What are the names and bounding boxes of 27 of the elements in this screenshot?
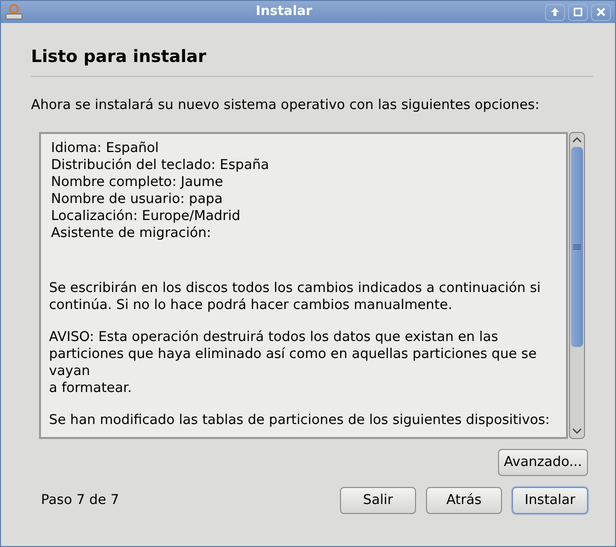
close-button[interactable] bbox=[591, 4, 611, 20]
up-arrow-icon bbox=[550, 7, 560, 17]
window-title: Instalar bbox=[256, 3, 312, 22]
setting-line: Idioma: Español bbox=[51, 140, 159, 156]
setting-line: Distribución del teclado: España bbox=[51, 156, 270, 174]
setting-line: Localización: Europe/Madrid bbox=[51, 208, 240, 224]
restore-button[interactable] bbox=[568, 4, 588, 20]
step-indicator: Paso 7 de 7 bbox=[41, 490, 120, 510]
grip-icon bbox=[573, 244, 581, 250]
page-heading: Listo para instalar bbox=[31, 47, 208, 68]
setting-line: Nombre completo: Jaume bbox=[51, 174, 224, 190]
square-icon bbox=[573, 7, 583, 17]
dialog-button[interactable]: Atrás bbox=[426, 486, 502, 514]
dialog-button[interactable]: Instalar bbox=[512, 486, 588, 514]
summary-paragraph: AVISO: Esta operación destruirá todos los datos que existan en las particiones que haya eliminado así como en aquellas particiones que se vayan a formatear. bbox=[49, 328, 537, 396]
summary-paragraph: Se escribirán en los discos todos los cambios indicados a continuación si continúa. Si no lo hace podrá hacer cambios manualmente. bbox=[49, 280, 541, 314]
maximize-button[interactable] bbox=[545, 4, 565, 20]
scrollbar-thumb[interactable] bbox=[571, 146, 583, 346]
advanced-button[interactable]: Avanzado... bbox=[498, 448, 588, 476]
installer-icon bbox=[5, 3, 23, 21]
intro-text: Ahora se instalará su nuevo sistema operativo con las siguientes opciones: bbox=[31, 96, 540, 116]
setting-line: Asistente de migración: bbox=[51, 224, 212, 242]
summary-paragraph: Se han modificado las tablas de particiones de los siguientes dispositivos: bbox=[49, 412, 550, 428]
setting-line: Nombre de usuario: papa bbox=[51, 190, 223, 208]
scrollbar[interactable] bbox=[569, 132, 585, 438]
close-icon bbox=[596, 7, 606, 17]
dialog-button[interactable]: Salir bbox=[340, 486, 416, 514]
